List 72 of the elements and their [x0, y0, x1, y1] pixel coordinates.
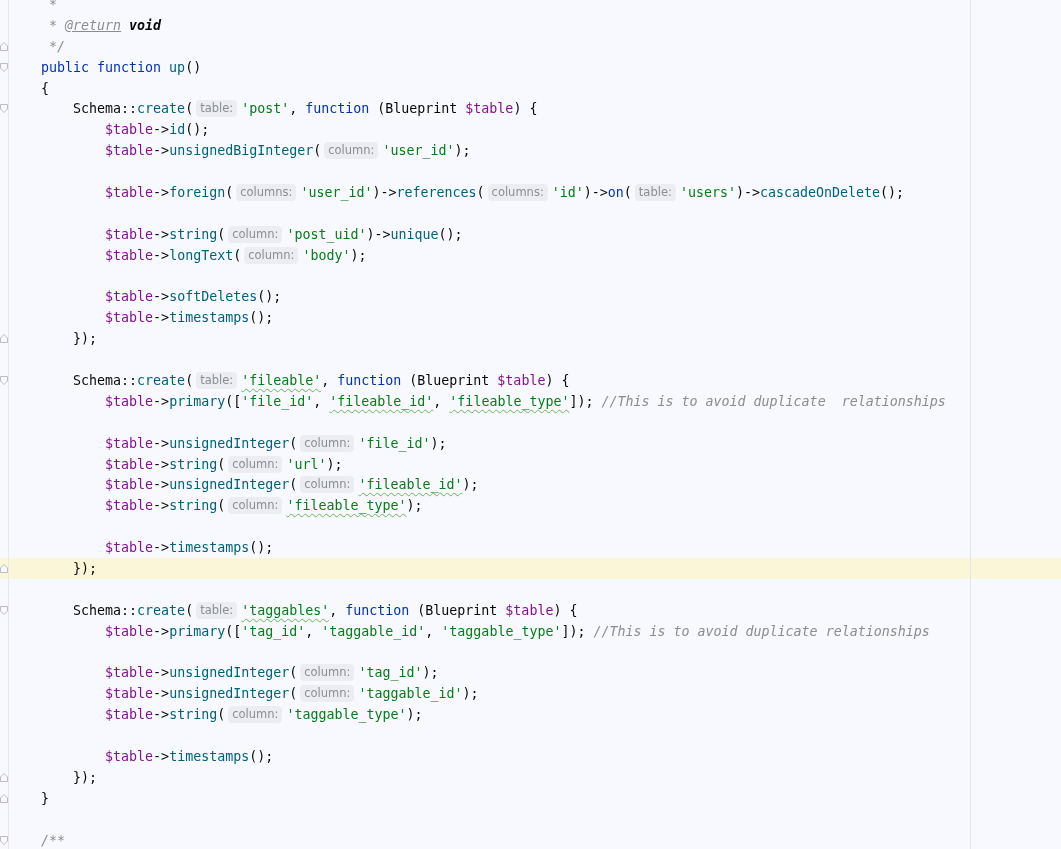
parameter-hint: table:: [196, 601, 238, 619]
code-text: 'tag_id');: [358, 665, 439, 681]
code-text: $table->longText(: [105, 247, 242, 263]
code-text: $table->string(: [105, 498, 226, 514]
parameter-hint: column:: [228, 225, 283, 243]
fold-icon[interactable]: [0, 334, 8, 344]
code-text: 'taggables', function (Blueprint $table) {: [241, 602, 578, 618]
code-text: $table->string(: [105, 707, 226, 723]
parameter-hint: column:: [300, 664, 355, 682]
code-text: $table->unsignedInteger(: [105, 686, 298, 702]
code-text: $table->primary(['file_id', 'fileable_id', 'fileable_type']); //This is to avoid duplicate relationships: [105, 393, 946, 409]
code-text: 'user_id');: [382, 143, 471, 159]
code-comment: /**: [41, 832, 66, 848]
code-text: $table->timestamps();: [105, 540, 274, 556]
code-comment: * @return void: [49, 17, 162, 33]
code-text: {: [41, 80, 50, 96]
fold-icon[interactable]: [0, 41, 8, 51]
code-text: 'file_id');: [358, 435, 447, 451]
code-text: $table->id();: [105, 122, 210, 138]
code-text: $table->softDeletes();: [105, 289, 282, 305]
code-text: 'post_uid')->unique();: [286, 226, 463, 242]
code-text: $table->primary(['tag_id', 'taggable_id', 'taggable_type']); //This is to avoid duplicate relationships: [105, 623, 930, 639]
fold-icon[interactable]: [0, 375, 8, 385]
fold-icon[interactable]: [0, 793, 8, 803]
parameter-hint: table:: [196, 371, 238, 389]
parameter-hint: table:: [634, 183, 676, 201]
code-text: $table->unsignedInteger(: [105, 665, 298, 681]
parameter-hint: column:: [300, 685, 355, 703]
code-text: $table->string(: [105, 226, 226, 242]
code-text: 'fileable', function (Blueprint $table) {: [241, 372, 570, 388]
code-text: 'taggable_type');: [286, 707, 423, 723]
parameter-hint: column:: [300, 434, 355, 452]
fold-icon[interactable]: [0, 104, 8, 114]
code-text: $table->unsignedBigInteger(: [105, 143, 322, 159]
code-text: Schema::create(: [73, 602, 194, 618]
code-text: });: [73, 331, 98, 347]
fold-icon[interactable]: [0, 835, 8, 845]
fold-icon[interactable]: [0, 62, 8, 72]
fold-icon[interactable]: [0, 605, 8, 615]
code-text: 'users')->cascadeOnDelete();: [679, 184, 905, 200]
code-text: $table->timestamps();: [105, 749, 274, 764]
code-text: 'fileable_id');: [358, 477, 479, 493]
code-text: 'taggable_id');: [358, 686, 479, 702]
code-text: 'id')->on(: [551, 184, 632, 200]
parameter-hint: column:: [324, 142, 379, 160]
parameter-hint: column:: [300, 476, 355, 494]
parameter-hint: column:: [228, 706, 283, 724]
code-comment: */: [49, 38, 66, 54]
parameter-hint: table:: [196, 100, 238, 118]
code-text: 'fileable_type');: [286, 498, 423, 514]
code-text: 'url');: [286, 456, 343, 472]
parameter-hint: column:: [228, 497, 283, 515]
code-text: });: [73, 561, 98, 576]
code-text: }: [41, 790, 50, 806]
code-text: $table->unsignedInteger(: [105, 435, 298, 451]
code-text: 'post', function (Blueprint $table) {: [241, 101, 538, 117]
parameter-hint: column:: [244, 246, 299, 264]
code-text: $table->string(: [105, 456, 226, 472]
code-text: Schema::create(: [73, 372, 194, 388]
code-text: $table->unsignedInteger(: [105, 477, 298, 493]
code-text: $table->foreign(: [105, 184, 234, 200]
code-text: Schema::create(: [73, 101, 194, 117]
parameter-hint: columns:: [487, 183, 548, 201]
fold-icon[interactable]: [0, 772, 8, 782]
code-text: 'body');: [302, 247, 367, 263]
parameter-hint: column:: [228, 455, 283, 473]
fold-icon[interactable]: [0, 564, 8, 573]
code-text: });: [73, 769, 98, 785]
parameter-hint: columns:: [236, 183, 297, 201]
code-text: $table->timestamps();: [105, 310, 274, 326]
code-text: public function up(): [41, 59, 202, 75]
code-text: 'user_id')->references(: [300, 184, 485, 200]
